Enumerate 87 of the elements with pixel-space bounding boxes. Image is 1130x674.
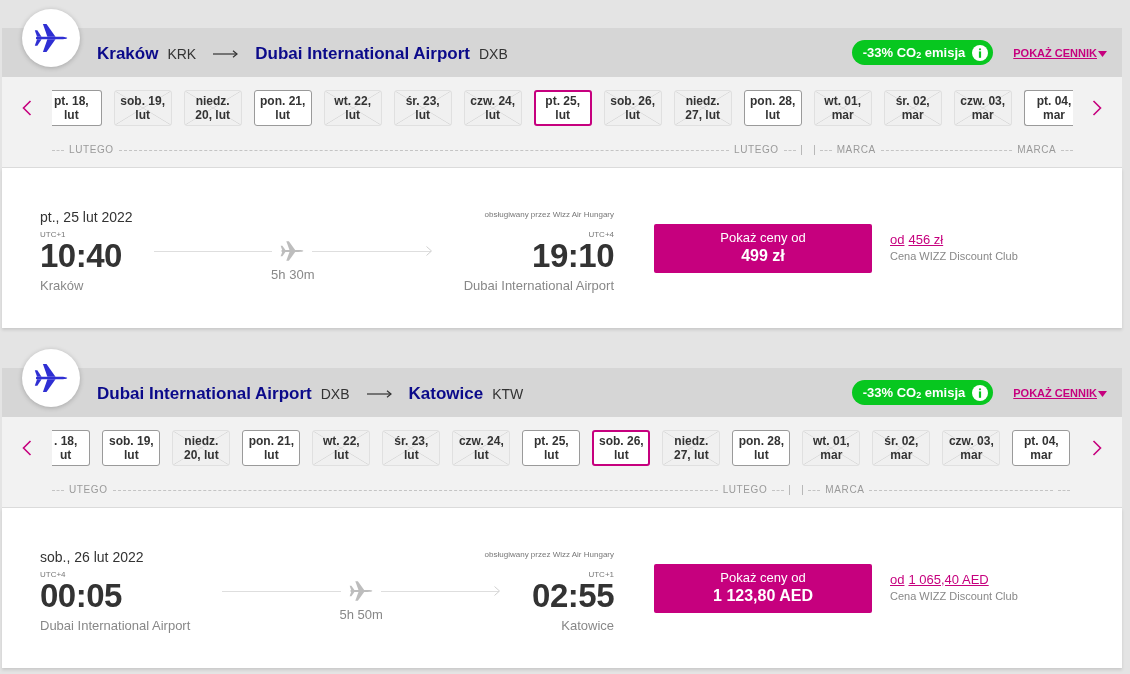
airport-code: DXB [478,45,508,62]
city-name: Dubai International Airport [255,43,470,64]
date-option[interactable]: pt. 25, lut [522,430,581,466]
plane-icon [280,240,305,262]
date-option[interactable]: wt. 22, lut [312,430,371,466]
date-option[interactable]: niedz. 27, lut [673,90,732,126]
date-option[interactable]: czw. 24, lut [452,430,511,466]
departure-time: 00:05 [40,579,122,613]
city-name: Kraków [97,43,159,64]
date-option[interactable]: pt. 18, lut [52,90,102,126]
month-label: MARCA [825,484,865,496]
date-option[interactable]: niedz. 27, lut [662,430,721,466]
month-label: UTEGO [69,484,108,496]
date-option[interactable]: pon. 28, lut [743,90,802,126]
chevron-left-icon[interactable] [22,440,32,456]
club-price-link[interactable]: od 456 zł [890,231,944,247]
club-price-link[interactable]: od 1 065,40 AED [890,571,989,587]
arrow-icon [213,49,239,58]
airport-code: DXB [320,385,350,402]
caret-icon [1098,390,1107,397]
caret-icon [1098,50,1107,57]
date-option[interactable]: czw. 24, lut [463,90,522,126]
arrival-time: 19:10 [532,239,614,273]
club-price-caption: Cena WIZZ Discount Club [890,589,1018,602]
emission-text: -33% CO$_{2}$ emisja [862,385,966,400]
date-option[interactable]: sob. 26, lut [592,430,651,466]
date-option[interactable]: niedz. 20, lut [172,430,231,466]
price-list-link[interactable]: POKAŻ CENNIK [1013,46,1107,59]
arrow-icon [366,389,392,398]
date-option[interactable]: pt. 25, lut [533,90,592,126]
timezone-label: UTC+4 [40,570,66,579]
date-option[interactable]: sob. 26, lut [603,90,662,126]
timezone-label: UTC+1 [40,230,66,239]
flight-duration: 5h 50m [339,607,383,622]
date-option[interactable]: . 18, ut [52,430,91,466]
plane-logo-icon [22,9,80,67]
city-name: Katowice [408,383,484,404]
show-prices-button[interactable]: Pokaż ceny od 499 zł [654,223,872,273]
date-option[interactable]: pon. 28, lut [732,430,791,466]
chevron-right-icon[interactable] [1092,440,1102,456]
date-option[interactable]: wt. 01, mar [802,430,861,466]
date-option[interactable]: śr. 02, mar [883,90,942,126]
city-name: Dubai International Airport [97,383,312,404]
arrival-time: 02:55 [532,579,614,613]
plane-logo-icon [22,349,80,407]
airport-name: Kraków [40,278,84,294]
arrowhead-icon [425,246,432,256]
flight-duration: 5h 30m [271,267,315,282]
flight-date: pt., 25 lut 2022 [40,208,133,226]
date-option[interactable]: wt. 01, mar [813,90,872,126]
date-option[interactable]: sob. 19, lut [113,90,172,126]
month-label: LUTEGO [722,484,768,496]
flight-date: sob., 26 lut 2022 [40,548,144,566]
show-prices-button[interactable]: Pokaż ceny od 1 123,80 AED [654,563,872,613]
emission-text: -33% CO$_{2}$ emisja [862,45,966,60]
airport-code: KTW [492,385,524,402]
date-option[interactable]: pt. 04, mar [1023,90,1074,126]
date-option[interactable]: śr. 02, mar [872,430,931,466]
date-option[interactable]: wt. 22, lut [323,90,382,126]
date-option[interactable]: pon. 21, lut [253,90,312,126]
airport-name: Dubai International Airport [40,618,191,634]
month-label: MARCA [1017,144,1057,156]
arrowhead-icon [494,586,501,596]
month-label: MARCA [836,144,876,156]
airport-name: Katowice [561,618,614,634]
date-option[interactable]: sob. 19, lut [102,430,161,466]
date-option[interactable]: śr. 23, lut [382,430,441,466]
date-option[interactable]: śr. 23, lut [393,90,452,126]
date-option[interactable]: czw. 03, mar [953,90,1012,126]
date-option[interactable]: pt. 04, mar [1012,430,1071,466]
club-price-caption: Cena WIZZ Discount Club [890,249,1018,262]
date-option[interactable]: niedz. 20, lut [183,90,242,126]
departure-time: 10:40 [40,239,122,273]
chevron-right-icon[interactable] [1092,100,1102,116]
timezone-label: UTC+4 [588,230,614,239]
operator-note: obsługiwany przez Wizz Air Hungary [484,210,614,220]
date-option[interactable]: czw. 03, mar [942,430,1001,466]
chevron-left-icon[interactable] [22,100,32,116]
airport-name: Dubai International Airport [463,278,614,294]
month-label: LUTEGO [733,144,779,156]
operator-note: obsługiwany przez Wizz Air Hungary [484,550,614,560]
timezone-label: UTC+1 [588,570,614,579]
plane-icon [348,580,373,602]
price-list-link[interactable]: POKAŻ CENNIK [1013,386,1107,399]
airport-code: KRK [167,45,197,62]
month-label: LUTEGO [69,144,114,156]
date-option[interactable]: pon. 21, lut [242,430,301,466]
